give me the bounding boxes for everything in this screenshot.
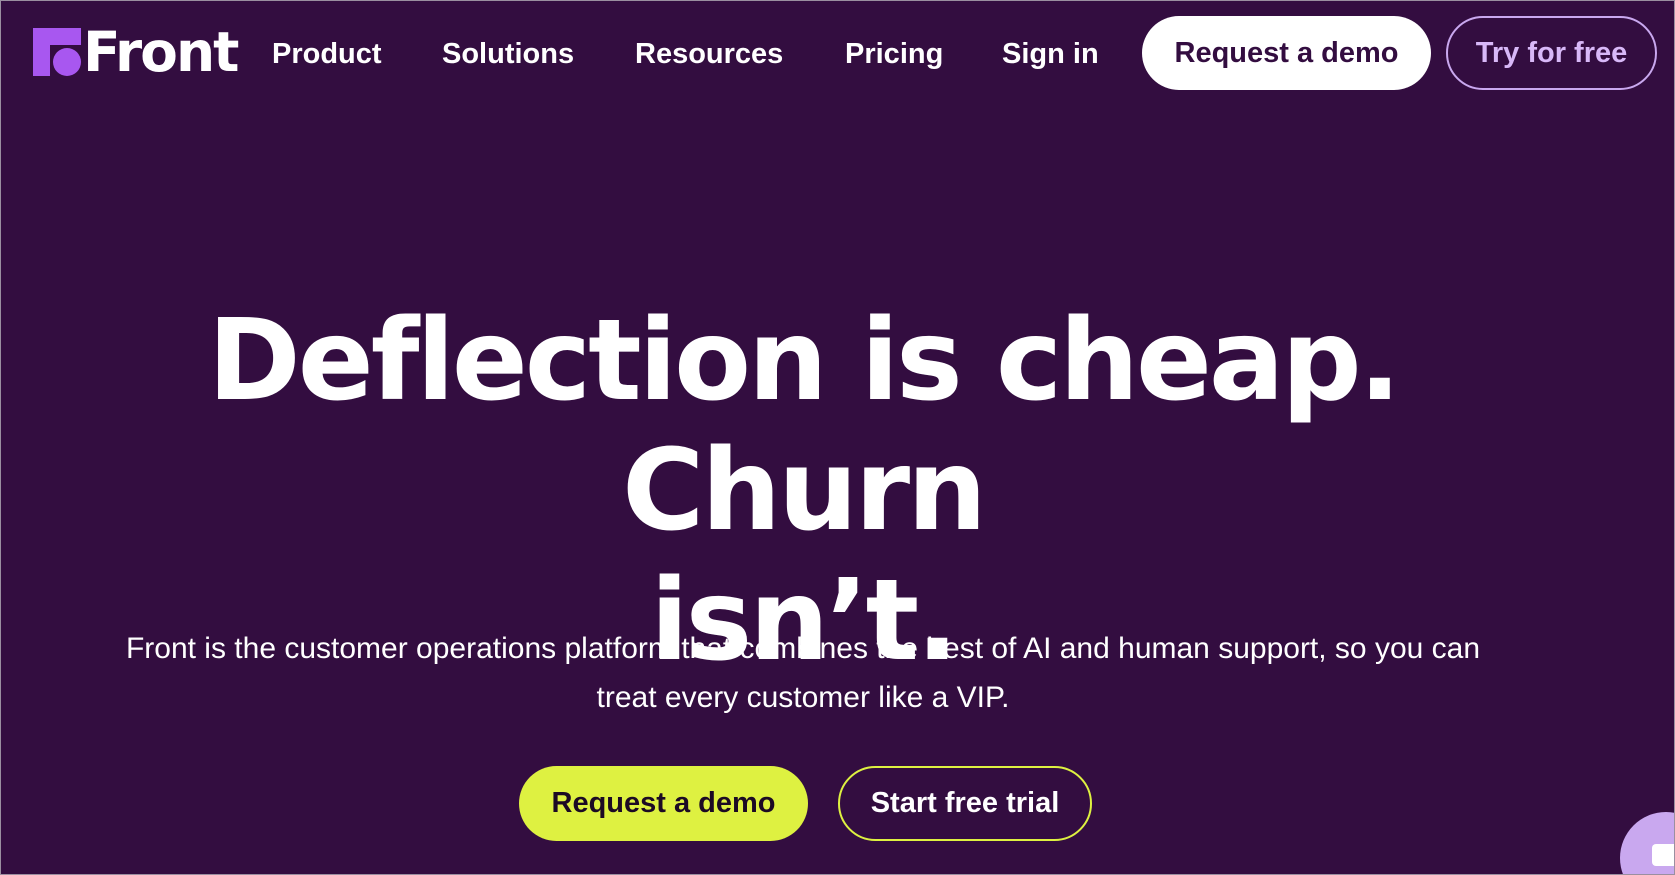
page: Front Product Solutions Resources Pricin…	[0, 0, 1675, 875]
front-logo[interactable]: Front	[33, 20, 239, 84]
header-request-demo-button[interactable]: Request a demo	[1142, 16, 1431, 90]
chat-icon	[1652, 844, 1675, 866]
nav-item-resources[interactable]: Resources	[635, 34, 783, 74]
nav-item-product[interactable]: Product	[272, 34, 382, 74]
header-try-free-button[interactable]: Try for free	[1446, 16, 1657, 90]
hero-title-line-1: Deflection is cheap. Churn	[207, 296, 1401, 556]
nav-item-pricing[interactable]: Pricing	[845, 34, 943, 74]
hero-subtitle-line-1: Front is the customer operations platfor…	[125, 632, 1481, 665]
hero-start-trial-button[interactable]: Start free trial	[838, 766, 1092, 841]
hero-request-demo-button[interactable]: Request a demo	[519, 766, 808, 841]
hero-subtitle-line-2: treat every customer like a VIP.	[596, 681, 1010, 714]
front-logo-icon	[33, 28, 81, 76]
hero-subtitle: Front is the customer operations platfor…	[40, 624, 1566, 722]
logo-text: Front	[83, 20, 239, 84]
site-header: Front Product Solutions Resources Pricin…	[0, 0, 1675, 108]
chat-widget-button[interactable]	[1620, 812, 1675, 875]
nav-item-sign-in[interactable]: Sign in	[1002, 34, 1099, 74]
nav-item-solutions[interactable]: Solutions	[442, 34, 574, 74]
